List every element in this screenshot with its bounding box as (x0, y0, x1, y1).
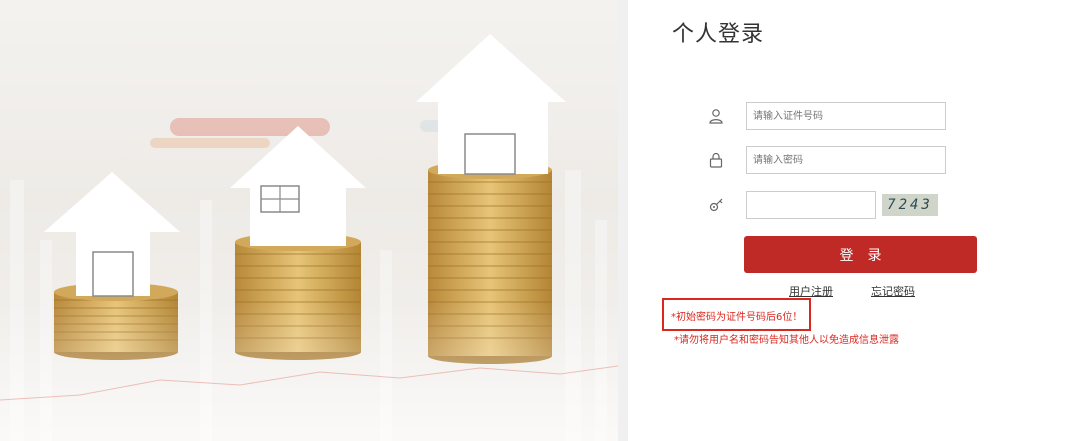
initial-password-notice: *初始密码为证件号码后6位！ (662, 298, 812, 331)
register-link[interactable]: 用户注册 (789, 283, 833, 299)
login-panel: 个人登录 7243 登录 用户注册 忘记密码 *初始密码为证件号码后6位！ *请… (628, 0, 1080, 441)
key-icon (706, 195, 726, 215)
captcha-image[interactable]: 7243 (882, 194, 938, 216)
user-icon (706, 106, 726, 126)
houses-on-coins-image (0, 34, 618, 441)
id-number-input[interactable] (746, 102, 946, 130)
forgot-password-link[interactable]: 忘记密码 (871, 283, 915, 299)
hero-illustration (0, 0, 618, 441)
privacy-warning: *请勿将用户名和密码告知其他人以免造成信息泄露 (674, 335, 899, 346)
password-input[interactable] (746, 146, 946, 174)
panel-divider (618, 0, 628, 441)
id-number-row (706, 102, 946, 130)
captcha-input[interactable] (746, 191, 876, 219)
captcha-row: 7243 (706, 191, 938, 219)
lock-icon (706, 150, 726, 170)
page-title: 个人登录 (672, 22, 765, 47)
password-row (706, 146, 946, 174)
login-button[interactable]: 登录 (744, 236, 977, 273)
